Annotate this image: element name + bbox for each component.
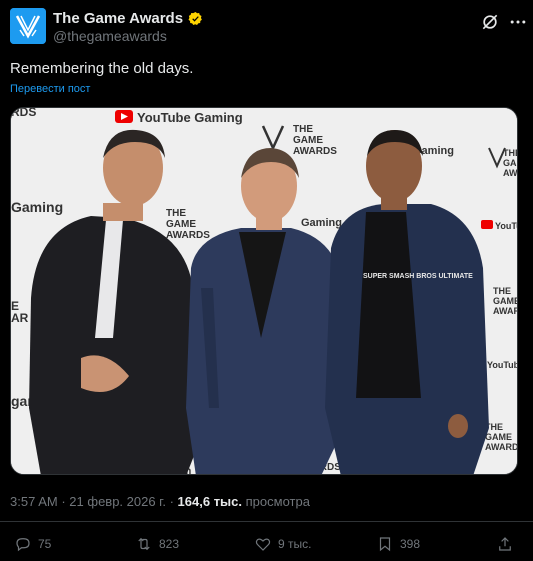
tweet-meta: 3:57 AM · 21 февр. 2026 г. · 164,6 тыс. … [10,494,310,509]
tweet-header: The Game Awards @thegameawards [10,8,526,48]
svg-text:Gaming: Gaming [301,217,342,229]
svg-text:AWARDS: AWARDS [485,442,518,452]
avatar[interactable] [10,8,46,44]
views-count: 164,6 тыс. [177,494,243,509]
tweet-actions: 75 823 9 тыс. 398 [0,535,533,559]
svg-text:YouTube Ga: YouTube Ga [487,360,518,370]
svg-text:GAME: GAME [493,296,518,306]
bookmark-count: 398 [400,537,421,551]
share-button[interactable] [496,535,514,553]
meta-separator: · [169,494,174,509]
views-label: просмотра [245,494,310,509]
svg-text:THE: THE [493,286,511,296]
display-name[interactable]: The Game Awards [53,10,183,27]
like-button[interactable]: 9 тыс. [254,535,311,553]
svg-text:GAME: GAME [485,432,512,442]
svg-text:THE: THE [166,208,186,219]
reply-button[interactable]: 75 [14,535,51,553]
repost-button[interactable]: 823 [135,535,179,553]
svg-text:GAME: GAME [166,219,196,230]
reply-count: 75 [38,537,52,551]
svg-text:AR: AR [11,311,29,325]
bookmark-button[interactable]: 398 [376,535,420,553]
more-options-icon[interactable] [508,12,528,32]
svg-text:THE: THE [293,124,313,135]
svg-text:AWARDS: AWARDS [166,230,210,241]
tga-logo-icon [10,8,46,44]
translate-post-link[interactable]: Перевести пост [10,83,90,95]
svg-text:AWARDS: AWARDS [503,168,518,178]
svg-text:GAME: GAME [293,135,323,146]
user-handle[interactable]: @thegameawards [53,28,167,44]
tweet-text: Remembering the old days. [10,60,194,77]
repost-count: 823 [159,537,180,551]
svg-text:GAME: GAME [503,158,518,168]
svg-text:AWARDS: AWARDS [493,306,518,316]
tweet-time[interactable]: 3:57 AM [10,494,58,509]
shirt-text: SUPER SMASH BROS ULTIMATE [363,273,473,280]
verified-badge-icon [188,11,202,25]
backdrop-gaming-text: Gaming [11,199,63,215]
bookmark-icon [379,537,391,552]
share-icon [499,537,511,551]
meta-separator: · [61,494,66,509]
like-count: 9 тыс. [278,537,312,551]
svg-text:RDS: RDS [11,108,36,119]
svg-text:YouTube: YouTube [495,221,518,231]
repost-icon [138,537,150,551]
svg-text:AWARDS: AWARDS [293,146,337,157]
reply-icon [16,538,30,552]
photo-three-men-at-game-awards: YouTube Gaming Gaming gaming THE GAME AW… [11,108,518,474]
heart-icon [255,538,271,551]
divider [0,521,533,522]
tweet-photo[interactable]: YouTube Gaming Gaming gaming THE GAME AW… [10,107,518,475]
grok-icon[interactable] [480,12,500,32]
backdrop-youtube-text: YouTube Gaming [137,110,243,125]
tweet-date[interactable]: 21 февр. 2026 г. [69,494,166,509]
